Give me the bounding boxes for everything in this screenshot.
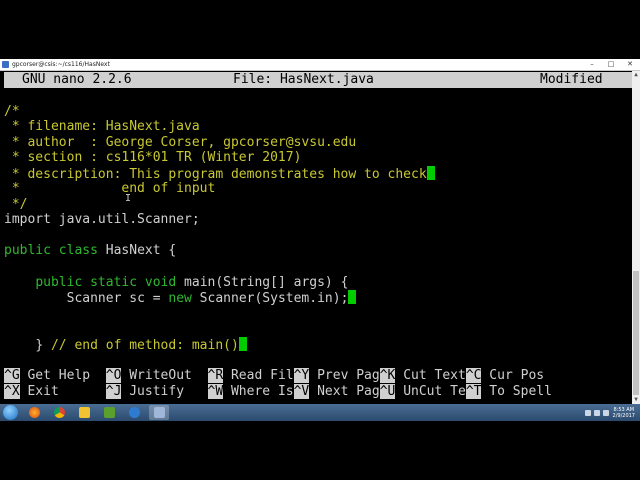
window-title: gpcorser@csis:~/cs116/HasNext xyxy=(12,61,110,68)
nano-status: Modified xyxy=(540,72,603,87)
firefox-icon xyxy=(28,407,40,418)
shortcut-key[interactable]: ^U xyxy=(379,384,396,399)
shortcut-key[interactable]: ^C xyxy=(465,368,482,383)
minimize-icon[interactable]: – xyxy=(583,60,601,69)
code-line: import java.util.Scanner; xyxy=(4,212,200,227)
code-text: Scanner(System.in); xyxy=(191,291,349,306)
code-line: * author : George Corser, gpcorser@svsu.… xyxy=(4,135,357,150)
keyword: public xyxy=(35,275,83,290)
media-icon xyxy=(103,407,115,418)
chrome-icon xyxy=(53,407,65,418)
tray-flag-icon[interactable] xyxy=(584,409,591,416)
shortcut-row-1: ^G Get Help ^O WriteOut ^R Read Fil^Y Pr… xyxy=(4,368,544,384)
code-line: */ xyxy=(4,197,28,212)
shortcut-label: UnCut Te xyxy=(395,384,466,399)
system-tray xyxy=(584,409,609,416)
shortcut-key[interactable]: ^G xyxy=(4,368,20,383)
shortcut-key[interactable]: ^O xyxy=(105,368,122,383)
taskbar: 8:53 AM 2/9/2017 xyxy=(0,404,640,421)
shortcut-key[interactable]: ^R xyxy=(207,368,224,383)
scroll-up-icon[interactable]: ▲ xyxy=(632,71,640,79)
tray-volume-icon[interactable] xyxy=(602,409,609,416)
maximize-icon[interactable]: □ xyxy=(602,60,620,69)
desktop: gpcorser@csis:~/cs116/HasNext – □ ✕ GNU … xyxy=(0,0,640,480)
shortcut-label: Where Is xyxy=(223,384,294,399)
clock-date: 2/9/2017 xyxy=(612,412,635,419)
shortcut-label: WriteOut xyxy=(121,368,208,383)
shortcut-label: To Spell xyxy=(481,384,552,399)
taskbar-clock[interactable]: 8:53 AM 2/9/2017 xyxy=(613,407,635,419)
code-text: * description: This program demonstrates… xyxy=(4,167,427,182)
code-line: * description: This program demonstrates… xyxy=(4,166,435,182)
keyword: public xyxy=(4,243,51,258)
shortcut-label: Prev Pag xyxy=(309,368,380,383)
shortcut-key[interactable]: ^Y xyxy=(293,368,310,383)
taskbar-app-putty[interactable] xyxy=(149,405,169,420)
scrollbar-thumb[interactable] xyxy=(633,271,639,395)
shortcut-key[interactable]: ^T xyxy=(465,384,482,399)
putty-icon xyxy=(153,407,165,418)
nano-version: GNU nano 2.2.6 xyxy=(22,72,132,87)
shortcut-key[interactable]: ^K xyxy=(379,368,396,383)
clock-time: 8:53 AM xyxy=(613,406,635,413)
taskbar-app-firefox[interactable] xyxy=(24,405,44,420)
code-line: public class HasNext { xyxy=(4,243,176,259)
keyword: void xyxy=(144,275,177,290)
text-cursor xyxy=(238,337,247,351)
shortcut-key[interactable]: ^J xyxy=(105,384,122,399)
shortcut-label: Read Fil xyxy=(223,368,294,383)
taskbar-app-media[interactable] xyxy=(99,405,119,420)
remote-icon xyxy=(128,407,140,418)
shortcut-key[interactable]: ^X xyxy=(4,384,20,399)
nano-header: GNU nano 2.2.6 File: HasNext.java Modifi… xyxy=(4,72,632,88)
shortcut-key[interactable]: ^V xyxy=(293,384,310,399)
line-cursor xyxy=(348,290,357,304)
keyword: class xyxy=(58,243,98,258)
code-text: } xyxy=(35,338,51,353)
code-text: HasNext { xyxy=(97,243,177,258)
ibeam-cursor-icon: I xyxy=(125,193,132,204)
code-line: * end of input xyxy=(4,181,216,196)
shortcut-label: Cur Pos xyxy=(481,368,545,383)
nano-file-label: File: HasNext.java xyxy=(233,72,374,87)
keyword: static xyxy=(90,275,138,290)
folder-icon xyxy=(78,407,90,418)
taskbar-app-explorer[interactable] xyxy=(74,405,94,420)
taskbar-app-chrome[interactable] xyxy=(49,405,69,420)
line-cursor xyxy=(426,166,435,180)
shortcut-label: Justify xyxy=(121,384,208,399)
code-line: public static void main(String[] args) { xyxy=(4,275,348,291)
shortcut-label: Exit xyxy=(19,384,106,399)
putty-icon xyxy=(2,61,9,68)
code-line: } // end of method: main() xyxy=(4,337,247,353)
shortcut-label: Cut Text xyxy=(395,368,466,383)
scroll-down-icon[interactable]: ▼ xyxy=(632,396,640,404)
tray-network-icon[interactable] xyxy=(593,409,600,416)
vertical-scrollbar[interactable]: ▲ ▼ xyxy=(632,71,640,404)
code-comment: // end of method: main() xyxy=(50,338,239,353)
code-line: * filename: HasNext.java xyxy=(4,119,200,134)
keyword: new xyxy=(168,291,192,306)
shortcut-key[interactable]: ^W xyxy=(207,384,224,399)
shortcut-label: Get Help xyxy=(19,368,106,383)
shortcut-label: Next Pag xyxy=(309,384,380,399)
code-text: main(String[] args) { xyxy=(176,275,349,290)
code-text: Scanner sc = xyxy=(66,291,169,306)
shortcut-row-2: ^X Exit ^J Justify ^W Where Is^V Next Pa… xyxy=(4,384,552,400)
start-button-icon[interactable] xyxy=(3,405,18,420)
code-line: Scanner sc = new Scanner(System.in); xyxy=(4,290,357,306)
terminal-area[interactable]: GNU nano 2.2.6 File: HasNext.java Modifi… xyxy=(0,71,632,404)
close-icon[interactable]: ✕ xyxy=(621,60,639,69)
code-line: * section : cs116*01 TR (Winter 2017) xyxy=(4,150,302,165)
window-titlebar[interactable]: gpcorser@csis:~/cs116/HasNext – □ ✕ xyxy=(0,59,640,71)
taskbar-app-remote[interactable] xyxy=(124,405,144,420)
code-line: /* xyxy=(4,104,20,119)
